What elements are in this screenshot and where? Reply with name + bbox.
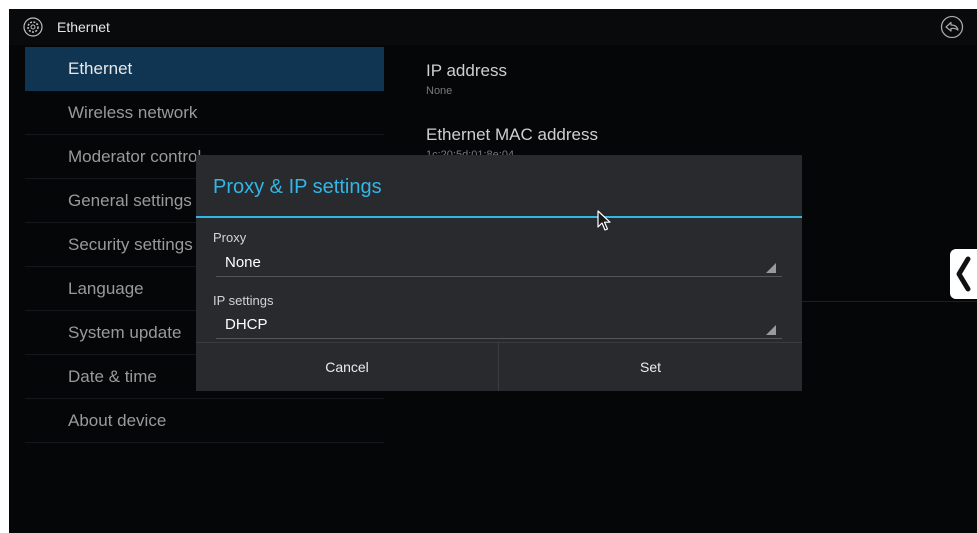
list-item-label: Wireless network <box>68 103 198 122</box>
list-item-label: Moderator control <box>68 147 202 166</box>
list-item-label: Security settings <box>68 235 193 254</box>
dropdown-corner-icon <box>766 263 776 273</box>
ip-settings-spinner[interactable]: DHCP <box>216 311 782 339</box>
list-item-label: System update <box>68 323 182 342</box>
proxy-ip-settings-dialog: Proxy & IP settings Proxy None IP settin… <box>196 155 802 391</box>
list-item-label: About device <box>68 411 167 430</box>
mac-address-title: Ethernet MAC address <box>426 125 598 144</box>
list-item-label: Ethernet <box>68 59 133 78</box>
ip-address-value: None <box>426 85 453 97</box>
mouse-pointer-icon <box>597 210 611 231</box>
set-button[interactable]: Set <box>499 343 802 391</box>
cancel-button[interactable]: Cancel <box>196 343 499 391</box>
dropdown-corner-icon <box>766 325 776 335</box>
ip-settings-label: IP settings <box>213 293 274 308</box>
chevron-left-icon <box>956 256 971 292</box>
dialog-title-divider <box>196 216 802 218</box>
settings-screen: Ethernet Ethernet Wireless network Moder… <box>9 9 977 533</box>
action-bar: Ethernet <box>9 9 977 45</box>
ip-settings-value: DHCP <box>225 316 268 333</box>
proxy-spinner[interactable]: None <box>216 249 782 277</box>
list-item-about-device[interactable]: About device <box>25 399 384 443</box>
proxy-value: None <box>225 254 261 271</box>
side-panel-handle[interactable] <box>950 249 977 299</box>
list-item-ethernet[interactable]: Ethernet <box>25 47 384 91</box>
list-item-label: Date & time <box>68 367 157 386</box>
list-item-label: Language <box>68 279 144 298</box>
list-item-label: General settings <box>68 191 192 210</box>
ip-address-title: IP address <box>426 61 507 80</box>
list-item-wireless-network[interactable]: Wireless network <box>25 91 384 135</box>
dialog-title: Proxy & IP settings <box>213 176 382 198</box>
dialog-button-bar: Cancel Set <box>196 342 802 391</box>
proxy-label: Proxy <box>213 230 247 245</box>
app-title: Ethernet <box>57 19 110 35</box>
settings-gear-icon[interactable] <box>23 17 43 37</box>
back-arrow-icon[interactable] <box>940 15 964 39</box>
